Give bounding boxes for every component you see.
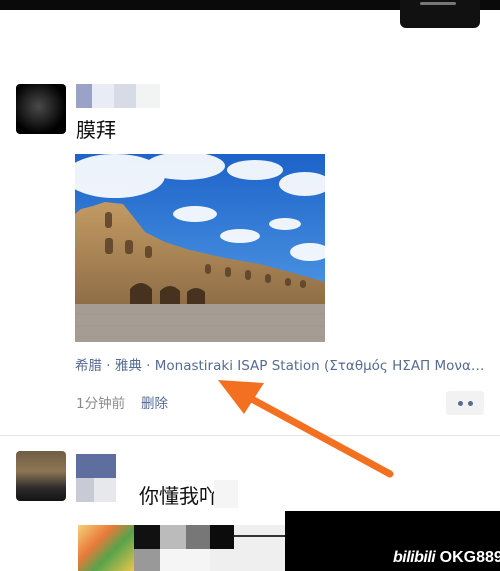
image-thumbnail[interactable] (134, 525, 210, 571)
location-link[interactable]: 希腊 · 雅典 · Monastiraki ISAP Station (Σταθ… (75, 354, 485, 374)
post-text: 你懂我吖 (139, 484, 219, 508)
delete-link[interactable]: 删除 (141, 392, 168, 412)
image-thumbnail[interactable] (78, 525, 134, 571)
post-text: 膜拜 (76, 118, 116, 142)
divider (0, 435, 500, 436)
avatar[interactable] (16, 451, 66, 501)
post-time: 1分钟前 (76, 396, 126, 412)
avatar[interactable] (16, 84, 66, 134)
image-thumbnail[interactable] (210, 525, 290, 571)
mosaic-block (214, 480, 238, 508)
username-mosaic[interactable] (76, 84, 160, 108)
post-photo[interactable] (75, 154, 325, 342)
more-actions-button[interactable] (446, 391, 484, 415)
watermark: bilibili OKG889 (393, 549, 500, 566)
overlay-thumbnail (400, 0, 480, 28)
two-dots-icon (457, 400, 463, 406)
post-images[interactable] (78, 525, 290, 571)
